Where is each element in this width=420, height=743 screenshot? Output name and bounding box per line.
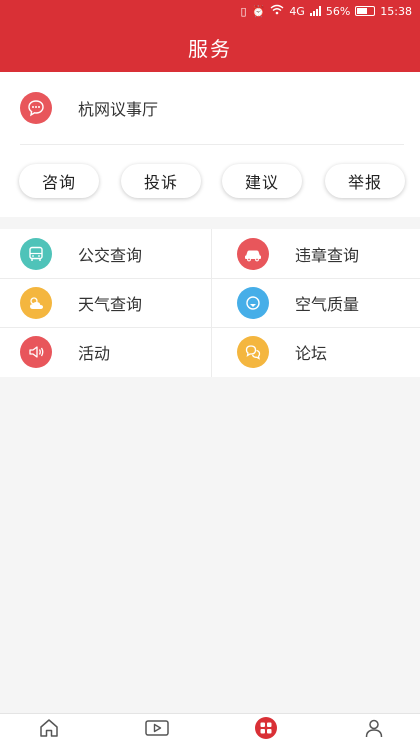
service-activity[interactable]: 活动 bbox=[0, 327, 210, 376]
weather-icon bbox=[20, 286, 52, 319]
hall-button-row: 咨询 投诉 建议 举报 bbox=[0, 164, 420, 198]
megaphone-icon bbox=[20, 335, 52, 368]
chat-bubbles-icon bbox=[237, 335, 269, 368]
service-air-quality[interactable]: 空气质量 bbox=[211, 278, 420, 327]
bus-icon bbox=[20, 237, 52, 270]
service-label: 空气质量 bbox=[295, 294, 360, 314]
air-quality-icon bbox=[237, 286, 269, 319]
clock: 15:38 bbox=[380, 4, 412, 18]
service-forum[interactable]: 论坛 bbox=[211, 327, 420, 376]
divider bbox=[20, 144, 404, 145]
service-weather-query[interactable]: 天气查询 bbox=[0, 278, 210, 327]
service-label: 违章查询 bbox=[295, 245, 360, 265]
service-bus-query[interactable]: 公交查询 bbox=[0, 229, 210, 278]
service-label: 活动 bbox=[78, 343, 111, 363]
alarm-icon: ⏰ bbox=[251, 4, 266, 18]
hall-entry[interactable]: 杭网议事厅 bbox=[0, 72, 420, 144]
page-title: 服务 bbox=[188, 36, 232, 61]
service-grid: 公交查询 违章查询 天气查询 空气质量 活动 论坛 bbox=[0, 229, 420, 377]
page-header: 服务 bbox=[0, 22, 420, 72]
video-icon bbox=[144, 717, 170, 743]
user-icon bbox=[363, 717, 385, 743]
status-bar: ▯ ⏰ 4G 56% 15:38 bbox=[0, 0, 420, 22]
complaint-button[interactable]: 投诉 bbox=[121, 164, 201, 198]
hall-section: 杭网议事厅 咨询 投诉 建议 举报 bbox=[0, 72, 420, 217]
tab-service[interactable] bbox=[252, 716, 280, 743]
speech-bubble-icon bbox=[20, 92, 52, 124]
service-label: 天气查询 bbox=[78, 294, 143, 314]
vibrate-icon: ▯ bbox=[240, 4, 247, 18]
service-grid-icon bbox=[254, 716, 278, 743]
consult-button[interactable]: 咨询 bbox=[19, 164, 99, 198]
car-icon bbox=[237, 237, 269, 270]
service-violation-query[interactable]: 违章查询 bbox=[211, 229, 420, 278]
home-icon bbox=[38, 717, 60, 743]
service-label: 论坛 bbox=[295, 343, 328, 363]
wifi-icon bbox=[270, 4, 284, 18]
suggestion-button[interactable]: 建议 bbox=[222, 164, 302, 198]
battery-icon bbox=[355, 6, 376, 16]
bottom-tab-bar bbox=[0, 713, 420, 743]
hall-label: 杭网议事厅 bbox=[78, 100, 159, 119]
battery-percent: 56% bbox=[325, 4, 351, 18]
tab-home[interactable] bbox=[35, 718, 63, 742]
tab-profile[interactable] bbox=[360, 718, 388, 742]
service-label: 公交查询 bbox=[78, 245, 143, 265]
tab-video[interactable] bbox=[143, 718, 171, 742]
signal-icon bbox=[309, 6, 321, 16]
network-type: 4G bbox=[289, 4, 305, 18]
report-button[interactable]: 举报 bbox=[325, 164, 405, 198]
